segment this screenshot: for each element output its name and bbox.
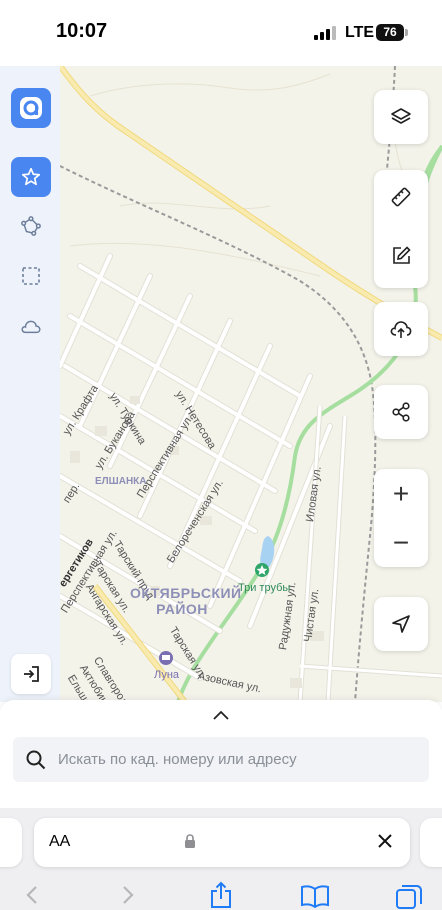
neighborhood-label: ЕЛШАНКА — [95, 476, 147, 487]
forward-icon[interactable] — [120, 884, 136, 910]
screen: 10:07 LTE 76 ул. Крафта ул. Туркина ул. … — [0, 0, 442, 910]
edit-icon — [393, 246, 411, 264]
bottom-sheet — [0, 700, 442, 810]
upload-button[interactable] — [374, 302, 428, 356]
star-icon[interactable] — [11, 157, 51, 197]
cloud-icon[interactable] — [11, 306, 51, 346]
cloud-upload-icon — [390, 321, 412, 338]
layers-button[interactable] — [374, 90, 428, 144]
exit-icon[interactable] — [11, 654, 51, 694]
close-icon[interactable] — [375, 831, 395, 856]
hotel-label: Луна — [154, 669, 180, 681]
network-label: LTE — [345, 24, 375, 41]
text-size-button[interactable]: AA — [49, 833, 70, 851]
status-time: 10:07 — [56, 20, 108, 42]
next-tab-preview[interactable] — [420, 818, 442, 867]
locate-button[interactable] — [374, 597, 428, 651]
zoom-out-button[interactable]: − — [393, 527, 409, 558]
browser-toolbar: AA — [0, 808, 442, 910]
address-bar[interactable]: AA — [34, 818, 410, 867]
battery-cap — [405, 29, 408, 36]
bookmarks-icon[interactable] — [300, 884, 330, 910]
chevron-up-icon[interactable] — [211, 708, 231, 726]
district-label: ОКТЯБРЬСКИЙ РАЙОН — [130, 585, 242, 617]
search-input[interactable] — [58, 737, 418, 782]
polygon-draw-icon[interactable] — [11, 206, 51, 246]
share-icon — [392, 402, 410, 422]
ruler-button[interactable] — [389, 185, 413, 214]
battery-icon: 76 — [376, 24, 404, 41]
ruler-icon — [391, 187, 411, 207]
app-logo-icon[interactable] — [11, 88, 51, 128]
edit-button[interactable] — [389, 244, 413, 273]
search-bar — [13, 737, 429, 782]
layers-icon — [391, 108, 411, 124]
select-area-icon[interactable] — [11, 256, 51, 296]
status-bar: 10:07 LTE 76 — [0, 0, 442, 66]
zoom-in-button[interactable]: + — [393, 478, 409, 509]
sidebar — [0, 66, 60, 702]
share-button[interactable] — [374, 385, 428, 439]
signal-icon — [314, 26, 336, 40]
search-icon — [25, 749, 47, 776]
park-label: Три трубы — [238, 582, 291, 594]
lock-icon — [184, 834, 196, 853]
previous-tab-preview[interactable] — [0, 818, 22, 867]
back-icon[interactable] — [24, 884, 40, 910]
navigation-arrow-icon — [392, 615, 410, 633]
zoom-controls: + − — [374, 469, 428, 567]
tabs-icon[interactable] — [395, 884, 423, 910]
measure-tools-group — [374, 170, 428, 288]
share-icon[interactable] — [208, 880, 234, 910]
